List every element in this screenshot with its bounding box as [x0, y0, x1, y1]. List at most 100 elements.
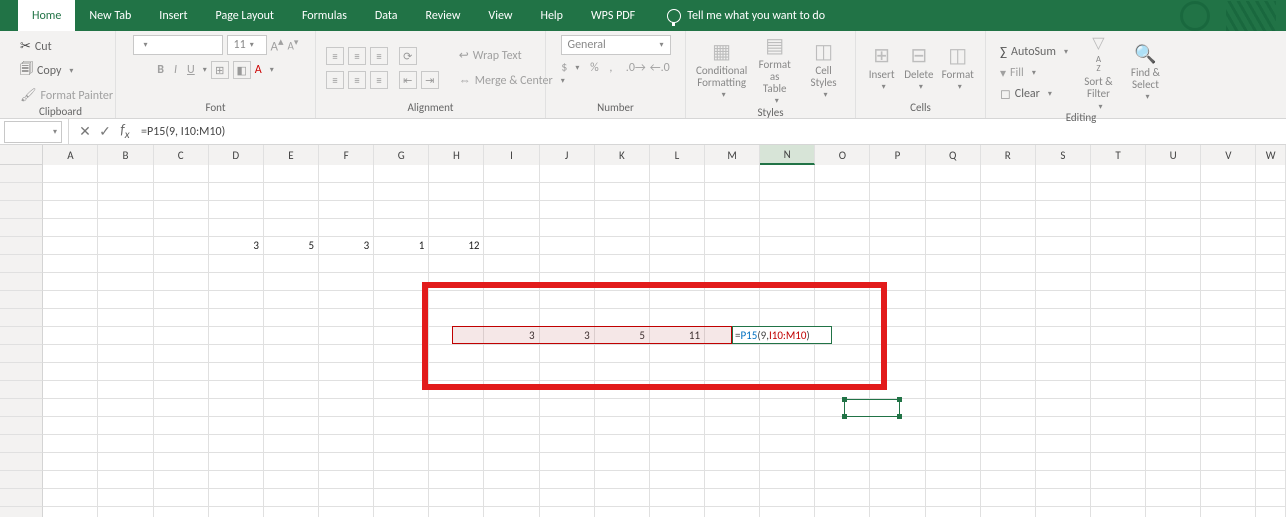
cell[interactable]: [705, 273, 760, 291]
row-header-9[interactable]: [0, 309, 43, 327]
cell[interactable]: [760, 381, 815, 399]
format-painter-button[interactable]: Format Painter: [16, 86, 117, 105]
cell[interactable]: [429, 345, 484, 363]
cell[interactable]: [870, 309, 925, 327]
cell[interactable]: [595, 399, 650, 417]
cell[interactable]: [1146, 183, 1201, 201]
tell-me-search[interactable]: Tell me what you want to do: [649, 0, 825, 31]
cell[interactable]: [319, 453, 374, 471]
cell[interactable]: [1091, 201, 1146, 219]
cell[interactable]: [1256, 417, 1286, 435]
cell[interactable]: [484, 183, 539, 201]
cell[interactable]: [981, 363, 1036, 381]
cell[interactable]: [815, 435, 870, 453]
cell[interactable]: [815, 363, 870, 381]
cell[interactable]: [650, 363, 705, 381]
cell[interactable]: [540, 435, 595, 453]
cell[interactable]: [1201, 201, 1256, 219]
cell[interactable]: [209, 453, 264, 471]
cell[interactable]: [926, 381, 981, 399]
underline-button[interactable]: U: [187, 63, 195, 77]
cell[interactable]: [540, 255, 595, 273]
cell[interactable]: [1091, 381, 1146, 399]
cell[interactable]: [650, 345, 705, 363]
cell[interactable]: [981, 237, 1036, 255]
column-header-D[interactable]: D: [209, 145, 264, 165]
cell[interactable]: [1256, 507, 1286, 517]
cell[interactable]: [1036, 255, 1091, 273]
cell[interactable]: [98, 183, 153, 201]
cell[interactable]: [760, 219, 815, 237]
cell[interactable]: [1091, 165, 1146, 183]
cell[interactable]: [1036, 381, 1091, 399]
cell[interactable]: [595, 489, 650, 507]
cell[interactable]: [319, 165, 374, 183]
row-header-13[interactable]: [0, 381, 43, 399]
cell[interactable]: [815, 219, 870, 237]
cell[interactable]: [1036, 327, 1091, 345]
sort-filter-button[interactable]: AZSort & Filter▾: [1078, 35, 1119, 111]
cell[interactable]: [981, 453, 1036, 471]
cell[interactable]: [815, 471, 870, 489]
cell[interactable]: [981, 201, 1036, 219]
cell[interactable]: [870, 273, 925, 291]
cell[interactable]: [705, 489, 760, 507]
cell[interactable]: [429, 453, 484, 471]
cell[interactable]: [209, 201, 264, 219]
cell[interactable]: [1091, 273, 1146, 291]
cell[interactable]: [926, 201, 981, 219]
cell[interactable]: [705, 363, 760, 381]
align-middle-button[interactable]: ≡: [348, 47, 366, 65]
cell[interactable]: [484, 381, 539, 399]
cell[interactable]: [374, 309, 429, 327]
align-right-button[interactable]: ≡: [370, 71, 388, 89]
active-editing-cell[interactable]: =P15(9, I10:M10): [732, 326, 832, 344]
cell[interactable]: [815, 183, 870, 201]
row-header-2[interactable]: [0, 183, 43, 201]
cell[interactable]: [595, 255, 650, 273]
cell[interactable]: [209, 345, 264, 363]
cell[interactable]: [1201, 471, 1256, 489]
cell[interactable]: [1201, 399, 1256, 417]
cell[interactable]: [595, 435, 650, 453]
cell[interactable]: [319, 345, 374, 363]
cell[interactable]: [926, 219, 981, 237]
cell[interactable]: [760, 237, 815, 255]
cell[interactable]: [154, 201, 209, 219]
cell[interactable]: [926, 399, 981, 417]
border-button[interactable]: ⊞: [211, 61, 229, 79]
cell[interactable]: [1146, 309, 1201, 327]
cell[interactable]: [209, 219, 264, 237]
cell[interactable]: [926, 273, 981, 291]
cell[interactable]: [981, 255, 1036, 273]
cell[interactable]: [319, 201, 374, 219]
cell[interactable]: [1036, 435, 1091, 453]
cell[interactable]: [815, 507, 870, 517]
cell[interactable]: [870, 435, 925, 453]
cell[interactable]: [815, 309, 870, 327]
cell[interactable]: [319, 417, 374, 435]
cell[interactable]: [264, 399, 319, 417]
align-left-button[interactable]: ≡: [326, 71, 344, 89]
cell[interactable]: [209, 165, 264, 183]
decrease-indent-button[interactable]: ⇤: [399, 71, 417, 89]
cell[interactable]: [1256, 165, 1286, 183]
cell[interactable]: [705, 201, 760, 219]
cell[interactable]: [1146, 381, 1201, 399]
cell[interactable]: [760, 435, 815, 453]
cell[interactable]: [264, 273, 319, 291]
cell[interactable]: [43, 453, 98, 471]
increase-font-button[interactable]: A▴: [271, 35, 284, 54]
row-header-16[interactable]: [0, 435, 43, 453]
cell[interactable]: [1036, 201, 1091, 219]
cell[interactable]: [319, 309, 374, 327]
orientation-button[interactable]: ⟳: [399, 47, 417, 65]
row-header-6[interactable]: [0, 255, 43, 273]
cell[interactable]: [1201, 165, 1256, 183]
cell[interactable]: [1146, 489, 1201, 507]
cell[interactable]: [760, 363, 815, 381]
cell[interactable]: [1036, 165, 1091, 183]
cell[interactable]: [374, 255, 429, 273]
cell[interactable]: [540, 363, 595, 381]
cell[interactable]: [154, 435, 209, 453]
